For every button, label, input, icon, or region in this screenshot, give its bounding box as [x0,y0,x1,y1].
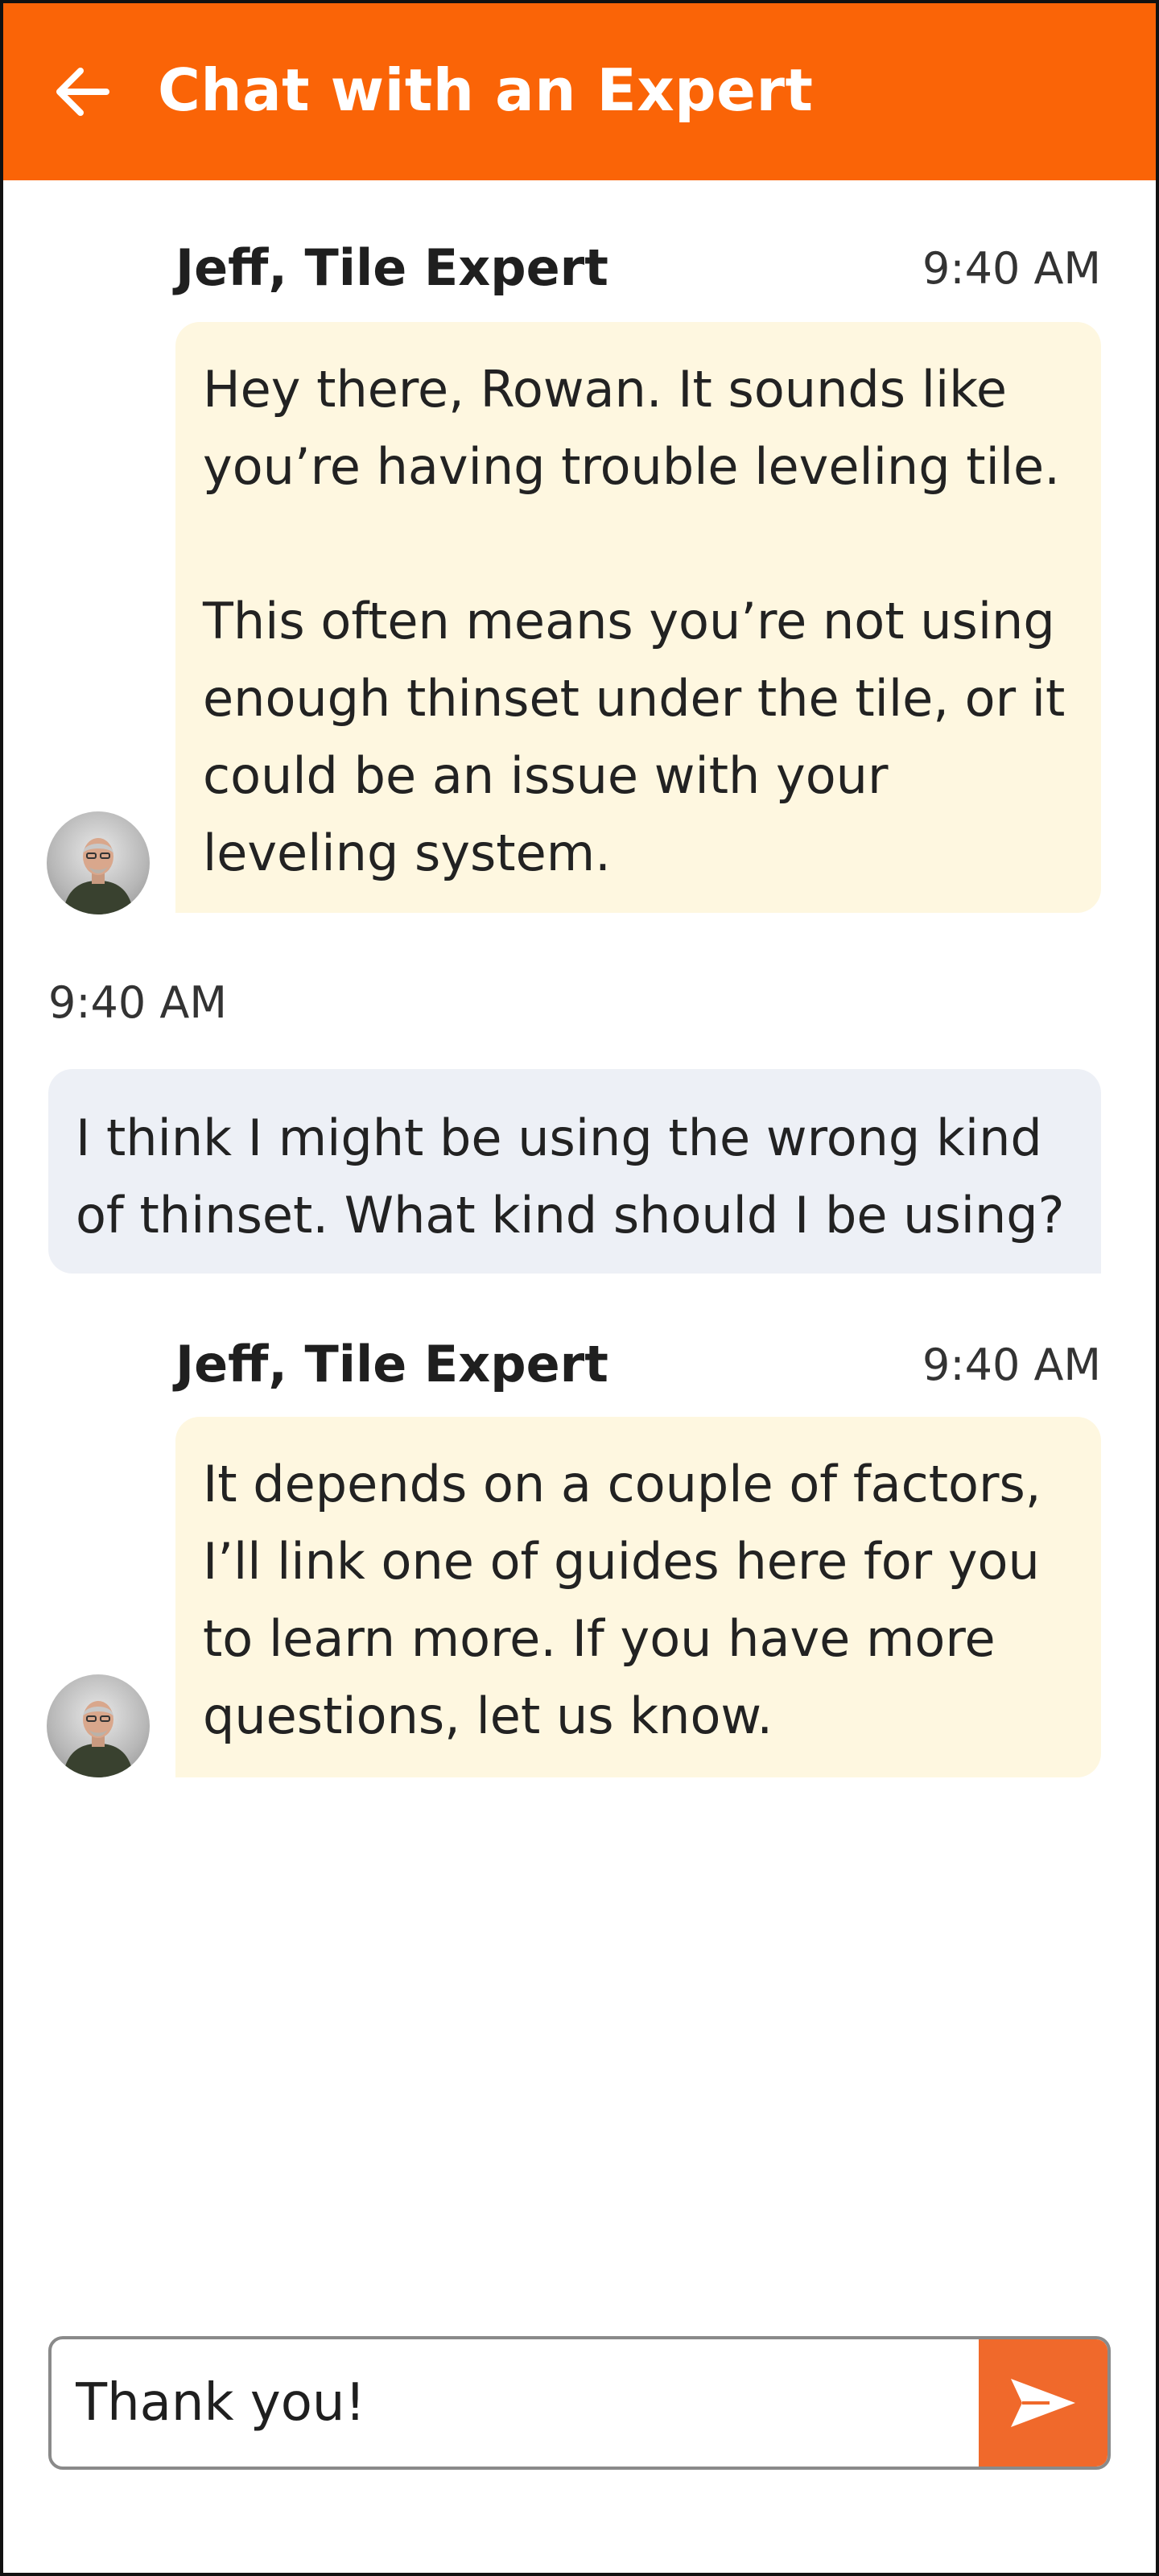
sender-name: Jeff, Tile Expert [175,238,608,297]
send-icon [1011,2379,1075,2427]
arrow-left-icon [56,68,109,116]
expert-message-bubble: Hey there, Rowan. It sounds like you’re … [175,322,1101,913]
expert-message-bubble: It depends on a couple of factors, I’ll … [175,1417,1101,1777]
avatar [47,1674,150,1777]
message-time: 9:40 AM [922,243,1101,294]
send-button[interactable] [979,2339,1107,2467]
message-header: Jeff, Tile Expert 9:40 AM [175,238,1101,303]
expert-avatar-icon [63,1701,134,1777]
user-message-bubble: I think I might be using the wrong kind … [48,1069,1101,1274]
expert-avatar-icon [63,838,134,914]
sender-name: Jeff, Tile Expert [175,1335,608,1393]
message-time: 9:40 AM [48,977,227,1028]
message-header: Jeff, Tile Expert 9:40 AM [175,1335,1101,1399]
message-paragraph: Hey there, Rowan. It sounds like you’re … [203,360,1060,496]
app-header: Chat with an Expert [0,0,1159,180]
message-input[interactable] [52,2339,980,2467]
message-composer [48,2336,1111,2470]
message-time: 9:40 AM [922,1340,1101,1390]
message-paragraph: This often means you’re not using enough… [203,592,1066,882]
back-button[interactable] [50,60,114,124]
page-title: Chat with an Expert [158,56,814,124]
avatar [47,811,150,914]
